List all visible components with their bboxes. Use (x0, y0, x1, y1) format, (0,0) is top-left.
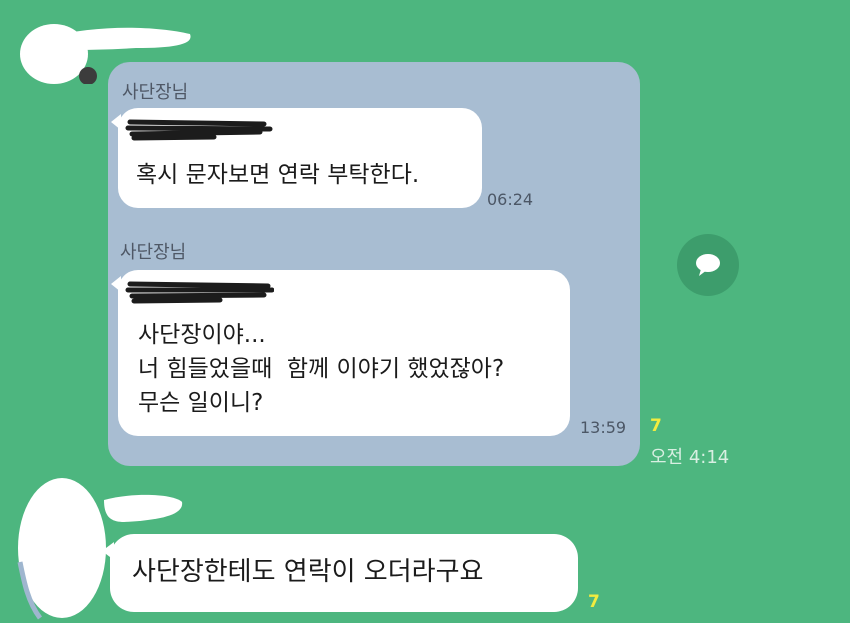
unread-count: 7 (650, 416, 662, 436)
quoted-chat-screenshot: 사단장님 혹시 문자보면 연락 부탁한다. 06:24 사단장님 사단장이야..… (108, 62, 640, 466)
redaction-scribble (125, 281, 274, 304)
sender-name: 사단장님 (122, 82, 189, 103)
message-time: 06:24 (487, 190, 534, 209)
speech-bubble-icon (696, 254, 720, 276)
message-text: 혹시 문자보면 연락 부탁한다. (136, 162, 420, 188)
message-text-line: 사단장이야... (138, 322, 266, 348)
message-text: 사단장한테도 연락이 오더라구요 (132, 557, 484, 587)
message-bubble: 혹시 문자보면 연락 부탁한다. (111, 108, 482, 208)
sender-name: 사단장님 (120, 242, 187, 263)
message-text-line: 무슨 일이니? (138, 390, 264, 416)
redaction-scribble (125, 119, 273, 141)
message-bubble: 사단장이야... 너 힘들었을때 함께 이야기 했었잖아? 무슨 일이니? (111, 270, 570, 436)
unread-count: 7 (588, 592, 600, 612)
message-time: 13:59 (580, 418, 627, 437)
message-bubble: 사단장한테도 연락이 오더라구요 (102, 534, 578, 612)
message-text-line: 너 힘들었을때 함께 이야기 했었잖아? (138, 356, 505, 382)
message-time: 오전 4:14 (650, 447, 730, 468)
share-button[interactable] (677, 234, 739, 296)
